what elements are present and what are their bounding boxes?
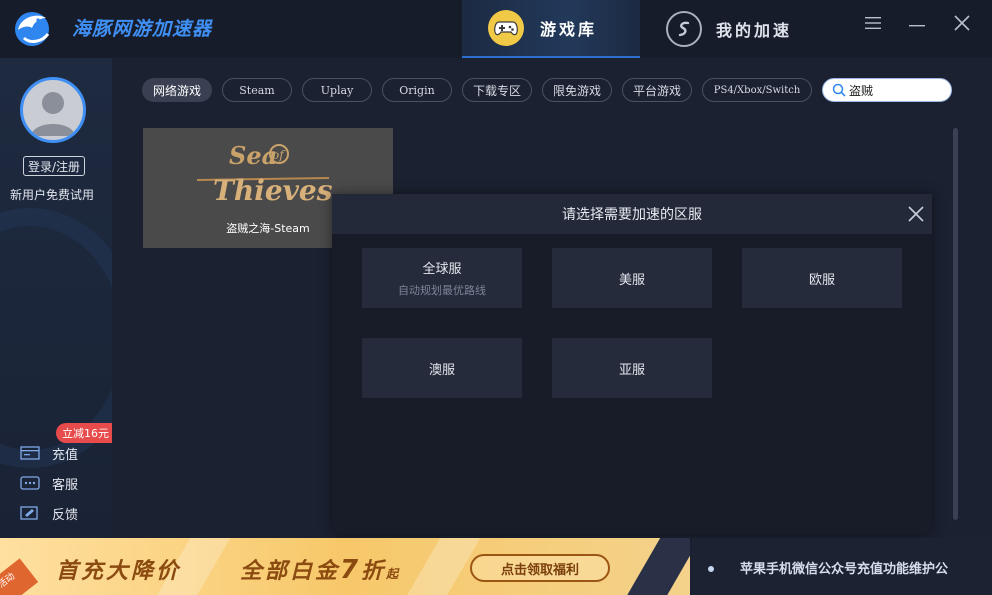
sidebar: 登录/注册 新用户免费试用 立减16元 × 充值 客服 反馈 [0,58,112,538]
speed-swirl-icon [666,11,702,47]
region-option-us[interactable]: 美服 [552,248,712,308]
headline-2-prefix: 全部白金 [240,559,341,584]
tab-my-acceleration[interactable]: 我的加速 [660,0,820,58]
sea-of-thieves-logo: Sea of Thieves [193,134,333,214]
filter-chip-consoles[interactable]: PS4/Xbox/Switch [702,78,812,102]
promo-badge-label: 立减16元 [62,427,109,440]
filter-chip-free-games[interactable]: 限免游戏 [542,78,612,102]
notice-bullet-icon [708,566,714,572]
login-register-button[interactable]: 登录/注册 [23,156,85,176]
filter-chip-steam[interactable]: Steam [222,78,292,102]
region-option-asia[interactable]: 亚服 [552,338,712,398]
claim-benefits-button[interactable]: 点击领取福利 [470,554,610,582]
filter-chip-origin[interactable]: Origin [382,78,452,102]
wallet-icon [20,446,40,460]
region-label: 澳服 [428,362,455,378]
region-sublabel: 自动规划最优路线 [398,284,486,297]
sidebar-item-label: 反馈 [52,507,79,523]
dialog-header: 请选择需要加速的区服 [332,194,932,234]
filter-chip-uplay[interactable]: Uplay [302,78,372,102]
banner-headline-1: 首充大降价 [56,559,182,584]
feedback-icon [20,506,38,520]
region-option-au[interactable]: 澳服 [362,338,522,398]
region-label: 亚服 [618,362,645,378]
headline-2-tail: 起 [386,567,399,581]
banner-decoration [614,538,690,595]
region-label: 美服 [618,272,645,288]
headline-2-suffix: 折 [361,559,387,584]
corner-tag-label: 活动 [0,571,18,591]
filter-chip-downloads[interactable]: 下载专区 [462,78,532,102]
title-bar: 海豚网游加速器 游戏库 我的加速 [0,0,992,58]
headline-2-number: 7 [340,555,362,585]
sidebar-item-label: 客服 [52,477,79,493]
minimize-icon[interactable] [906,12,928,34]
region-label: 欧服 [808,272,835,288]
region-select-dialog: 请选择需要加速的区服 全球服 自动规划最优路线 美服 欧服 澳服 亚服 [332,194,932,534]
gamepad-icon [488,10,524,46]
region-option-eu[interactable]: 欧服 [742,248,902,308]
tab-label: 游戏库 [540,20,598,39]
filter-chip-platform-games[interactable]: 平台游戏 [622,78,692,102]
tab-label: 我的加速 [716,21,793,40]
region-option-global[interactable]: 全球服 自动规划最优路线 [362,248,522,308]
filter-chip-online-games[interactable]: 网络游戏 [142,78,212,102]
app-brand-name: 海豚网游加速器 [72,18,213,40]
sidebar-item-feedback[interactable]: 反馈 [20,502,78,524]
search-icon [832,83,846,97]
sidebar-item-recharge[interactable]: 充值 [20,442,78,464]
notice-text: 苹果手机微信公众号充值功能维护公 [740,562,949,577]
banner-corner-tag: 活动 [0,558,39,595]
logo-word-thieves: Thieves [213,174,333,207]
close-icon[interactable] [951,12,973,34]
dialog-title: 请选择需要加速的区服 [562,207,702,223]
menu-icon[interactable] [862,12,884,34]
scrollbar[interactable] [953,128,958,520]
chat-icon [20,476,40,490]
avatar[interactable] [20,77,86,143]
sidebar-item-label: 充值 [52,447,79,463]
promo-banner[interactable]: 活动 首充大降价 全部白金7折起 点击领取福利 [0,538,690,595]
promo-badge[interactable]: 立减16元 × [56,423,112,443]
logo-word-of: of [272,148,286,162]
search-box[interactable] [822,78,952,102]
dolphin-logo-icon [10,8,54,48]
sidebar-item-support[interactable]: 客服 [20,472,78,494]
search-input[interactable] [849,80,943,100]
dialog-close-icon[interactable] [906,204,926,224]
free-trial-text[interactable]: 新用户免费试用 [0,186,104,203]
banner-headline-2: 全部白金7折起 [240,553,398,585]
region-label: 全球服 [422,262,462,277]
tab-game-library[interactable]: 游戏库 [462,0,640,58]
notice-ticker[interactable]: 苹果手机微信公众号充值功能维护公 [692,538,992,595]
